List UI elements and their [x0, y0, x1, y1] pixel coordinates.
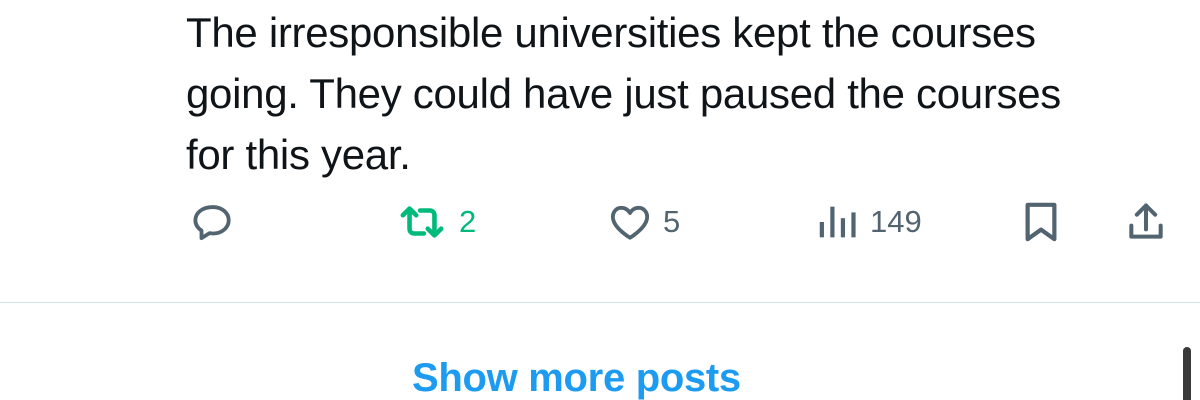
show-more-posts-link[interactable]: Show more posts	[412, 356, 741, 400]
bookmark-button[interactable]	[1020, 196, 1062, 248]
post-text: The irresponsible universities kept the …	[186, 9, 1062, 178]
views-count: 149	[870, 204, 922, 239]
reply-button[interactable]	[190, 196, 236, 248]
like-button[interactable]: 5	[607, 196, 680, 248]
repost-button[interactable]: 2	[395, 196, 476, 248]
repost-count: 2	[459, 204, 477, 239]
repost-icon	[395, 199, 449, 245]
reply-icon	[190, 199, 236, 245]
like-count: 5	[663, 204, 681, 239]
share-button[interactable]	[1124, 196, 1168, 248]
share-icon	[1124, 199, 1168, 245]
timeline-view: The irresponsible universities kept the …	[0, 0, 1200, 400]
views-button[interactable]: 149	[814, 196, 922, 248]
scrollbar-thumb[interactable]	[1183, 347, 1191, 400]
views-icon	[814, 199, 860, 245]
post-action-bar: 2 5 149	[0, 196, 1200, 248]
bookmark-icon	[1020, 199, 1062, 245]
feed-divider	[0, 302, 1200, 303]
heart-icon	[607, 199, 653, 245]
